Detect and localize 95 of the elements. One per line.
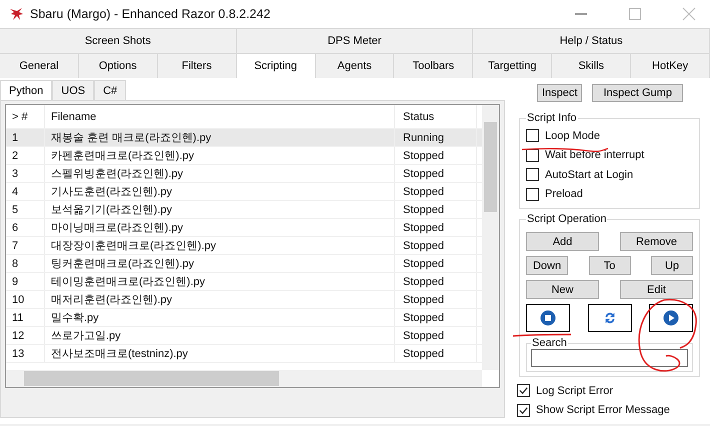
underline-mark	[512, 333, 572, 337]
checkbox-label: Loop Mode	[545, 130, 600, 142]
action-button[interactable]: Remove	[620, 232, 693, 251]
group-title: Script Info	[526, 112, 578, 124]
table-cell: Stopped	[394, 147, 476, 164]
checkbox[interactable]	[526, 168, 539, 182]
table-cell: Stopped	[394, 327, 476, 344]
table-cell: 팅커훈련매크로(라죠인헨).py	[44, 255, 394, 272]
action-button[interactable]: Up	[651, 256, 693, 275]
table-row[interactable]: 3 스펠위빙훈련(라죠인헨).py Stopped	[6, 165, 482, 183]
table-cell: 카펜훈련매크로(라죠인헨).py	[44, 147, 394, 164]
table-cell-text: 13	[11, 348, 26, 360]
window-title: Sbaru (Margo) - Enhanced Razor 0.8.2.242	[30, 7, 270, 21]
table-cell: 보석옮기기(라죠인헨).py	[44, 201, 394, 218]
table-row[interactable]: 7 대장장이훈련매크로(라죠인헨).py Stopped	[6, 237, 482, 255]
table-cell: Stopped	[394, 345, 476, 362]
table-cell-text: 2	[11, 150, 20, 162]
action-button[interactable]: To	[588, 256, 630, 275]
table-row[interactable]: 5 보석옮기기(라죠인헨).py Stopped	[6, 201, 482, 219]
table-cell: Stopped	[394, 255, 476, 272]
table-cell: Stopped	[394, 201, 476, 218]
table-row[interactable]: 1 재봉술 훈련 매크로(라죠인헨).py Running	[6, 129, 482, 147]
column-header[interactable]: Filename	[44, 105, 394, 128]
tab[interactable]: Python	[0, 80, 52, 100]
checkbox-label: Preload	[545, 188, 583, 200]
vertical-scrollbar[interactable]	[482, 105, 499, 370]
horizontal-scrollbar[interactable]	[6, 370, 482, 387]
search-field[interactable]	[531, 349, 688, 367]
table-row[interactable]: 8 팅커훈련매크로(라죠인헨).py Stopped	[6, 255, 482, 273]
checkbox[interactable]	[526, 148, 539, 162]
table-cell: 밀수확.py	[44, 309, 394, 326]
checkbox[interactable]	[526, 188, 539, 201]
checkbox-label: Wait before interrupt	[545, 149, 644, 162]
table-cell: Stopped	[394, 183, 476, 200]
table-cell-text: 1	[11, 132, 20, 144]
table-cell: 대장장이훈련매크로(라죠인헨).py	[44, 237, 394, 254]
stop-button[interactable]	[526, 304, 570, 332]
table-row[interactable]: 10 매저리훈련(라죠인헨).py Stopped	[6, 291, 482, 309]
table-cell: Stopped	[394, 273, 476, 290]
inspect-gump-button[interactable]: Inspect Gump	[592, 84, 683, 102]
table-row[interactable]: 2 카펜훈련매크로(라죠인헨).py Stopped	[6, 147, 482, 165]
action-button[interactable]: Edit	[620, 280, 693, 299]
table-cell-text: 12	[11, 330, 26, 342]
column-header[interactable]: > #	[6, 110, 44, 122]
action-button[interactable]: Add	[526, 232, 599, 251]
tab[interactable]: Scripting	[236, 54, 316, 78]
table-cell-text: 3	[11, 168, 20, 180]
group-title: Script Operation	[526, 213, 608, 225]
table-cell-text: 7	[11, 240, 20, 252]
table-cell: 마이닝매크로(라죠인헨).py	[44, 219, 394, 236]
table-cell-text: 10	[11, 294, 26, 306]
table-cell: Stopped	[394, 309, 476, 326]
table-cell-text: 9	[11, 276, 20, 288]
checkbox-label: Show Script Error Message	[536, 404, 670, 416]
table-cell: 쓰로가고일.py	[44, 327, 394, 344]
play-icon	[663, 310, 679, 326]
action-button[interactable]: New	[526, 280, 599, 299]
refresh-icon	[602, 310, 616, 326]
table-row[interactable]: 4 기사도훈련(라죠인헨).py Stopped	[6, 183, 482, 201]
table-cell-text: 4	[11, 186, 20, 198]
table-row[interactable]: 6 마이닝매크로(라죠인헨).py Stopped	[6, 219, 482, 237]
table-cell: 재봉술 훈련 매크로(라죠인헨).py	[44, 129, 394, 146]
table-cell: 매저리훈련(라죠인헨).py	[44, 291, 394, 308]
app-logo-icon	[8, 6, 24, 22]
table-cell-text: 8	[11, 258, 20, 270]
table-cell: 스펠위빙훈련(라죠인헨).py	[44, 165, 394, 182]
inspect-button[interactable]: Inspect	[537, 84, 582, 102]
table-cell: 전사보조매크로(testninz).py	[44, 345, 394, 362]
checkbox[interactable]	[517, 384, 530, 398]
play-button[interactable]	[649, 304, 693, 332]
checkbox-label: AutoStart at Login	[545, 168, 634, 181]
table-cell: Stopped	[394, 219, 476, 236]
table-row[interactable]: 9 테이밍훈련매크로(라죠인헨).py Stopped	[6, 273, 482, 291]
table-row[interactable]: 11 밀수확.py Stopped	[6, 309, 482, 327]
tab[interactable]: UOS	[52, 80, 94, 100]
checkbox[interactable]	[526, 129, 539, 142]
table-cell: Running	[394, 129, 476, 146]
table-cell-text: 11	[11, 312, 24, 324]
table-cell: Stopped	[394, 291, 476, 308]
table-cell-text: 5	[11, 204, 20, 216]
table-cell: Stopped	[394, 237, 476, 254]
action-button[interactable]: Down	[526, 256, 568, 275]
stop-icon	[540, 310, 556, 326]
group-title: Search	[531, 337, 568, 349]
table-row[interactable]: 13 전사보조매크로(testninz).py Stopped	[6, 345, 482, 363]
table-cell-text: 6	[11, 222, 20, 234]
table-cell: Stopped	[394, 165, 476, 182]
checkbox-label: Log Script Error	[536, 384, 614, 397]
column-header[interactable]: Status	[394, 105, 476, 128]
table-cell: 테이밍훈련매크로(라죠인헨).py	[44, 273, 394, 290]
refresh-button[interactable]	[588, 304, 632, 332]
table-cell: 기사도훈련(라죠인헨).py	[44, 183, 394, 200]
checkbox[interactable]	[517, 404, 530, 417]
tab[interactable]: C#	[94, 80, 126, 100]
table-row[interactable]: 12 쓰로가고일.py Stopped	[6, 327, 482, 345]
